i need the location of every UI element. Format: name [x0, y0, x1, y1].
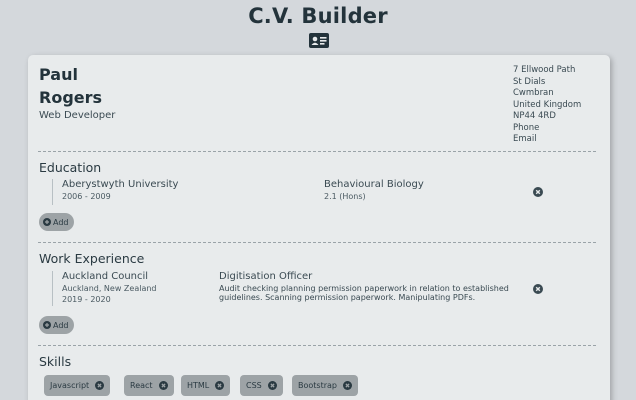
job-title[interactable]: Web Developer	[39, 110, 115, 121]
remove-skill-icon[interactable]	[95, 381, 105, 390]
institution[interactable]: Aberystwyth University	[62, 179, 178, 190]
address-line: St Dials	[513, 76, 546, 87]
education-dates[interactable]: 2006 - 2009	[62, 192, 111, 201]
add-work-button[interactable]: Add	[39, 316, 74, 334]
divider	[38, 151, 596, 152]
app-title: C.V. Builder	[248, 4, 388, 28]
position[interactable]: Digitisation Officer	[219, 271, 312, 282]
address-line: Cwmbran	[513, 88, 554, 98]
skill-label: Javascript	[50, 381, 90, 390]
address-line: 7 Ellwood Path	[513, 65, 576, 75]
skill-label: CSS	[246, 381, 262, 390]
remove-skill-icon[interactable]	[343, 381, 352, 390]
skill-chip[interactable]: Javascript	[44, 375, 111, 396]
email-field[interactable]: Email	[513, 134, 581, 146]
address-line: United Kingdom	[513, 99, 582, 110]
entry-marker	[52, 179, 53, 205]
cv-card: Paul Rogers Web Developer 7 Ellwood Path…	[28, 55, 610, 400]
skill-label: HTML	[187, 381, 210, 390]
skills-heading: Skills	[39, 354, 72, 369]
skill-label: Bootstrap	[298, 381, 337, 390]
skill-chip[interactable]: HTML	[181, 375, 231, 396]
plus-circle-icon	[43, 218, 51, 226]
delete-work-icon[interactable]	[533, 284, 543, 294]
education-heading: Education	[39, 160, 102, 175]
divider	[38, 345, 596, 346]
address-block[interactable]: 7 Ellwood Path St Dials Cwmbran United K…	[513, 65, 581, 146]
skill-chip[interactable]: CSS	[240, 375, 283, 396]
grade[interactable]: 2.1 (Hons)	[324, 192, 366, 201]
skill-chip[interactable]: React	[124, 375, 174, 396]
remove-skill-icon[interactable]	[215, 381, 225, 390]
work-location[interactable]: Auckland, New Zealand	[62, 284, 157, 293]
last-name[interactable]: Rogers	[39, 88, 102, 107]
delete-education-icon[interactable]	[533, 187, 543, 197]
add-label: Add	[53, 320, 69, 330]
add-label: Add	[53, 217, 69, 227]
work-description[interactable]: Audit checking planning permission paper…	[219, 284, 519, 302]
subject[interactable]: Behavioural Biology	[324, 179, 424, 190]
company[interactable]: Auckland Council	[62, 271, 148, 282]
remove-skill-icon[interactable]	[267, 381, 277, 390]
skill-label: React	[130, 381, 153, 390]
id-card-icon	[309, 33, 329, 48]
entry-marker	[52, 271, 53, 306]
remove-skill-icon[interactable]	[158, 381, 168, 390]
plus-circle-icon	[43, 321, 51, 329]
address-line: NP44 4RD	[513, 111, 556, 121]
divider	[38, 242, 596, 243]
first-name[interactable]: Paul	[39, 65, 78, 84]
phone-field[interactable]: Phone	[513, 123, 581, 135]
work-dates[interactable]: 2019 - 2020	[62, 295, 111, 304]
add-education-button[interactable]: Add	[39, 213, 74, 231]
work-heading: Work Experience	[39, 251, 145, 266]
skill-chip[interactable]: Bootstrap	[292, 375, 358, 396]
